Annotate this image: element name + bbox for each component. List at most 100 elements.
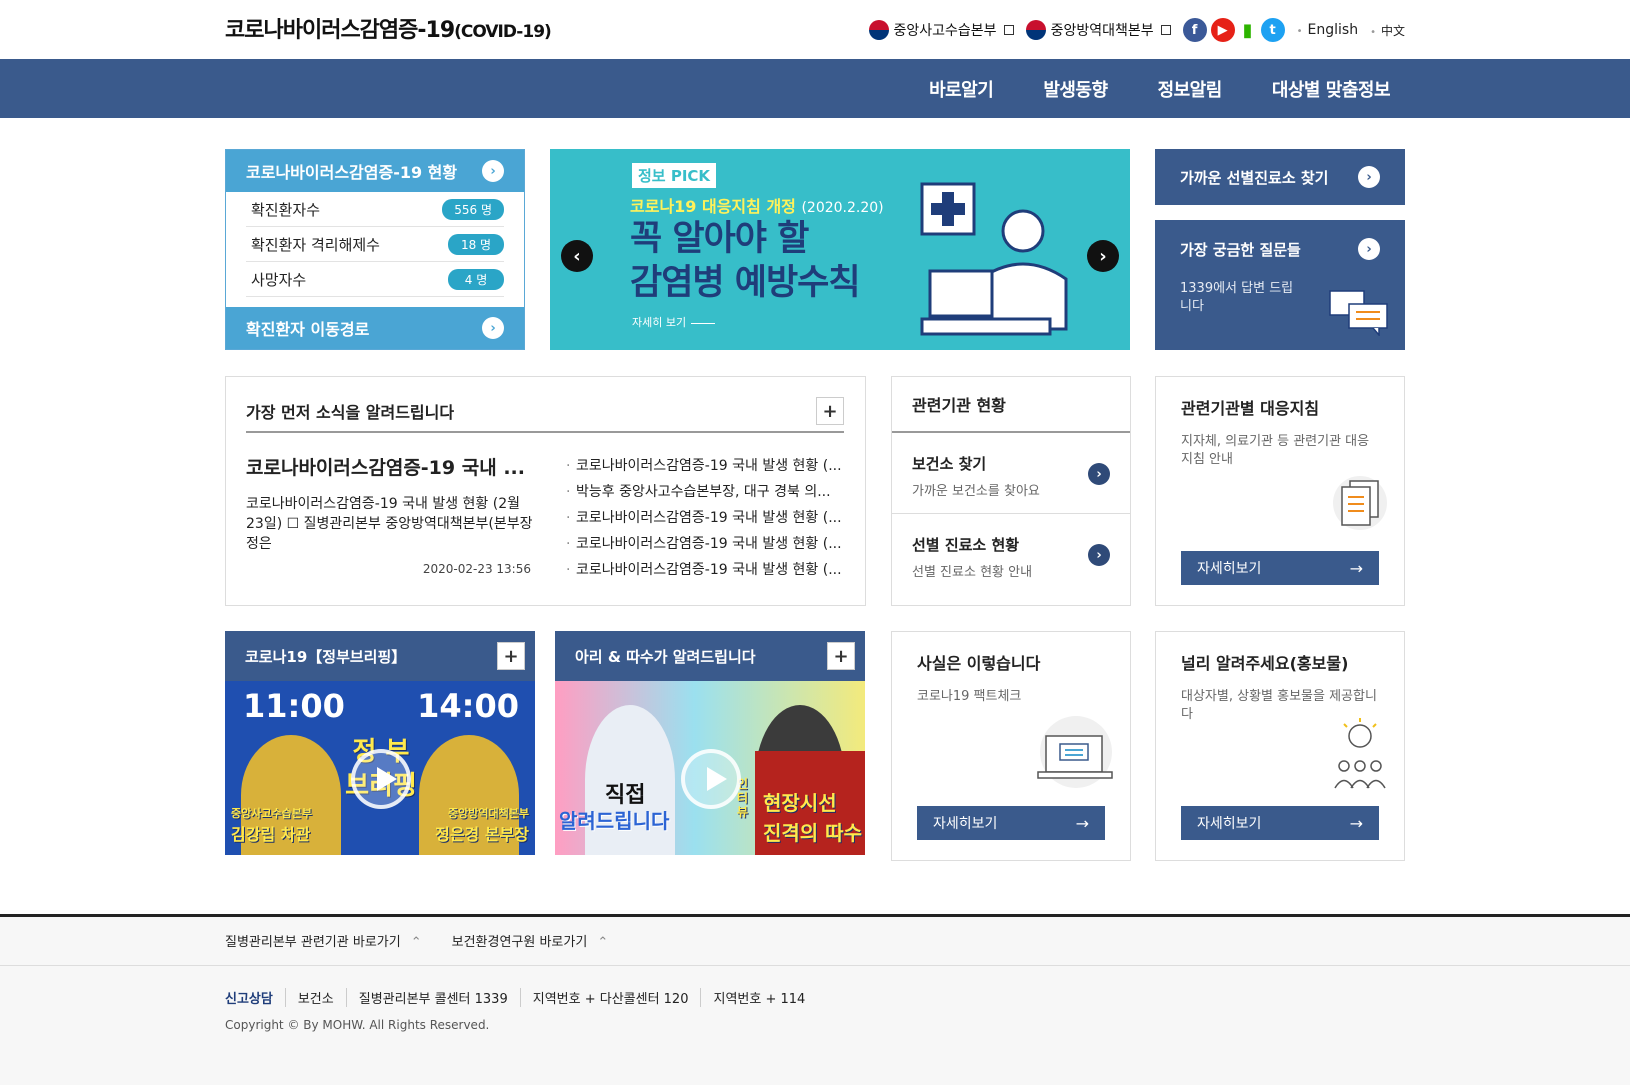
ari-video-thumbnail[interactable]: 직접 알려드립니다 현장시선 진격의 따수 인터뷰 (555, 681, 865, 855)
gov-link-headquarters[interactable]: 중앙사고수습본부 (868, 20, 1014, 40)
agency-panel: 관련기관 현황 보건소 찾기 가까운 보건소를 찾아요 › 선별 진료소 현황 … (891, 376, 1131, 606)
banner-prev-button[interactable]: ‹ (561, 240, 593, 272)
chevron-right-icon[interactable]: › (482, 317, 504, 339)
gov-link-control-center[interactable]: 중앙방역대책본부 (1025, 20, 1171, 40)
left-name: 김강립 차관 (231, 825, 311, 844)
list-item[interactable]: 박능후 중앙사고수습본부장, 대구 경북 의... (566, 479, 846, 505)
banner-date: (2020.2.20) (801, 200, 884, 216)
new-window-icon (1003, 25, 1014, 35)
right-org: 중앙방역대책본부 (448, 807, 529, 820)
agency-row-title: 선별 진료소 현황 (912, 536, 1020, 554)
site-title-main: 코로나바이러스감염증-19 (225, 18, 455, 43)
promo-more-button[interactable]: 자세히보기 → (1181, 806, 1379, 840)
copyright: Copyright © By MOHW. All Rights Reserved… (225, 1018, 490, 1032)
chevron-right-icon[interactable]: › (482, 160, 504, 182)
clinic-title: 가까운 선별진료소 찾기 (1180, 168, 1329, 187)
card-btn-label: 자세히보기 (933, 816, 998, 832)
nav-item-trends[interactable]: 발생동향 (1043, 76, 1108, 102)
twitter-icon[interactable]: t (1260, 18, 1285, 42)
footer-links-bar: 질병관리본부 관련기관 바로가기 보건환경연구원 바로가기 (0, 914, 1630, 966)
card-btn-label: 자세히보기 (1197, 561, 1262, 577)
chevron-right-icon[interactable]: › (1088, 544, 1110, 566)
list-item[interactable]: 코로나바이러스감염증-19 국내 발생 현황 (... (566, 531, 846, 557)
list-item[interactable]: 코로나바이러스감염증-19 국내 발생 현황 (... (566, 557, 846, 583)
ari-video-card: 아리 & 따수가 알려드립니다 + 직접 알려드립니다 현장시선 진격의 따수 … (555, 631, 865, 855)
lightbulb-people-icon (1334, 718, 1386, 789)
more-plus-icon[interactable]: + (497, 642, 525, 670)
banner-subtitle: 코로나19 대응지침 개정 (2020.2.20) (630, 193, 884, 217)
banner-title: 꼭 알아야 할 감염병 예방수칙 (630, 217, 861, 305)
nav-item-about[interactable]: 바로알기 (929, 76, 994, 102)
nav-item-notices[interactable]: 정보알림 (1158, 76, 1223, 102)
news-panel: 가장 먼저 소식을 알려드립니다 + 코로나바이러스감염증-19 국내 ... … (225, 376, 866, 606)
banner-more-link[interactable]: 자세히 보기 (632, 314, 715, 330)
doctor-illustration-icon (920, 182, 1068, 336)
fact-more-button[interactable]: 자세히보기 → (917, 806, 1105, 840)
chevron-right-icon[interactable]: › (1358, 238, 1380, 260)
arrow-right-icon: → (1349, 813, 1363, 833)
site-title[interactable]: 코로나바이러스감염증-19(COVID-19) (225, 12, 552, 44)
stat-label: 확진환자 격리해제수 (251, 235, 380, 254)
faq-desc: 1339에서 답변 드립니다 (1180, 281, 1294, 314)
clinic-finder-link[interactable]: 가까운 선별진료소 찾기 › (1155, 149, 1405, 205)
agency-title: 관련기관 현황 (892, 377, 1130, 433)
contact-label: 신고상담 (225, 992, 273, 1007)
footer-contact: 신고상담 보건소 질병관리본부 콜센터 1339 지역번호 + 다산콜센터 12… (225, 988, 817, 1007)
left-org: 중앙사고수습본부 (231, 807, 312, 820)
faq-link[interactable]: 가장 궁금한 질문들 › 1339에서 답변 드립니다 (1155, 220, 1405, 350)
card-title: 관련기관별 대응지침 (1181, 399, 1320, 418)
faq-title: 가장 궁금한 질문들 (1180, 240, 1301, 259)
lang-chinese[interactable]: 中文 (1370, 22, 1405, 39)
more-plus-icon[interactable]: + (816, 397, 844, 425)
card-desc: 지자체, 의료기관 등 관련기관 대응 지침 안내 (1181, 434, 1370, 467)
list-item[interactable]: 코로나바이러스감염증-19 국내 발생 현황 (... (566, 505, 846, 531)
banner-sub-text: 코로나19 대응지침 개정 (630, 197, 796, 216)
agency-row-screening-clinic[interactable]: 선별 진료소 현황 선별 진료소 현황 안내 › (892, 514, 1130, 595)
site-title-sub: (COVID-19) (454, 22, 552, 42)
status-header[interactable]: 코로나바이러스감염증-19 현황 › (226, 150, 524, 192)
card-btn-label: 자세히보기 (1197, 816, 1262, 832)
chevron-right-icon[interactable]: › (1088, 463, 1110, 485)
briefing-video-thumbnail[interactable]: 11:00 14:00 정 부 브리핑 중앙사고수습본부 김강립 차관 중앙방역… (225, 681, 535, 855)
list-item[interactable]: 코로나바이러스감염증-19 국내 발생 현황 (... (566, 453, 846, 479)
time-left: 11:00 (243, 687, 345, 725)
agency-row-desc: 선별 진료소 현황 안내 (912, 565, 1033, 580)
main-nav: 바로알기 발생동향 정보알림 대상별 맞춤정보 (0, 59, 1630, 118)
footer-link-env-institute[interactable]: 보건환경연구원 바로가기 (452, 931, 609, 950)
agency-row-title: 보건소 찾기 (912, 455, 987, 473)
ari-right-text2: 진격의 따수 (763, 821, 862, 845)
lang-english[interactable]: English (1297, 22, 1359, 38)
guide-more-button[interactable]: 자세히보기 → (1181, 551, 1379, 585)
route-label: 확진환자 이동경로 (246, 320, 370, 339)
blog-icon[interactable]: ▮ (1238, 18, 1257, 42)
news-featured-title[interactable]: 코로나바이러스감염증-19 국내 ... (246, 453, 536, 480)
video-header: 아리 & 따수가 알려드립니다 + (555, 631, 865, 681)
ari-left-text2: 알려드립니다 (559, 809, 670, 833)
chevron-right-icon[interactable]: › (1358, 166, 1380, 188)
taegeuk-icon (1025, 20, 1046, 40)
footer: 신고상담 보건소 질병관리본부 콜센터 1339 지역번호 + 다산콜센터 12… (0, 966, 1630, 1085)
more-plus-icon[interactable]: + (827, 642, 855, 670)
banner-next-button[interactable]: › (1087, 240, 1119, 272)
video-title: 아리 & 따수가 알려드립니다 (575, 647, 756, 666)
play-button-icon[interactable] (681, 749, 741, 809)
news-featured-body[interactable]: 코로나바이러스감염증-19 국내 발생 현황 (2월 23일) ☐ 질병관리본부… (246, 494, 541, 554)
stat-row-deaths: 사망자수 4 명 (246, 262, 504, 297)
new-window-icon (1160, 25, 1171, 35)
video-header: 코로나19【정부브리핑】 + (225, 631, 535, 681)
status-panel: 코로나바이러스감염증-19 현황 › 확진환자수 556 명 확진환자 격리해제… (225, 149, 525, 350)
route-link[interactable]: 확진환자 이동경로 › (226, 307, 524, 349)
stat-badge: 4 명 (448, 268, 504, 290)
arrow-right-icon: → (1349, 558, 1363, 578)
youtube-icon[interactable]: ▶ (1210, 18, 1235, 42)
facebook-icon[interactable]: f (1182, 18, 1207, 42)
main-banner[interactable]: 정보 PICK 코로나19 대응지침 개정 (2020.2.20) 꼭 알아야 … (550, 149, 1130, 350)
nav-item-targeted-info[interactable]: 대상별 맞춤정보 (1272, 76, 1391, 102)
status-title: 코로나바이러스감염증-19 현황 (246, 163, 458, 182)
stat-row-confirmed: 확진환자수 556 명 (246, 192, 504, 227)
stat-row-released: 확진환자 격리해제수 18 명 (246, 227, 504, 262)
fact-check-card: 사실은 이렇습니다 코로나19 팩트체크 자세히보기 → (891, 631, 1131, 861)
footer-link-kcdc-agencies[interactable]: 질병관리본부 관련기관 바로가기 (225, 931, 422, 950)
agency-row-health-center[interactable]: 보건소 찾기 가까운 보건소를 찾아요 › (892, 433, 1130, 514)
play-button-icon[interactable] (351, 749, 411, 809)
